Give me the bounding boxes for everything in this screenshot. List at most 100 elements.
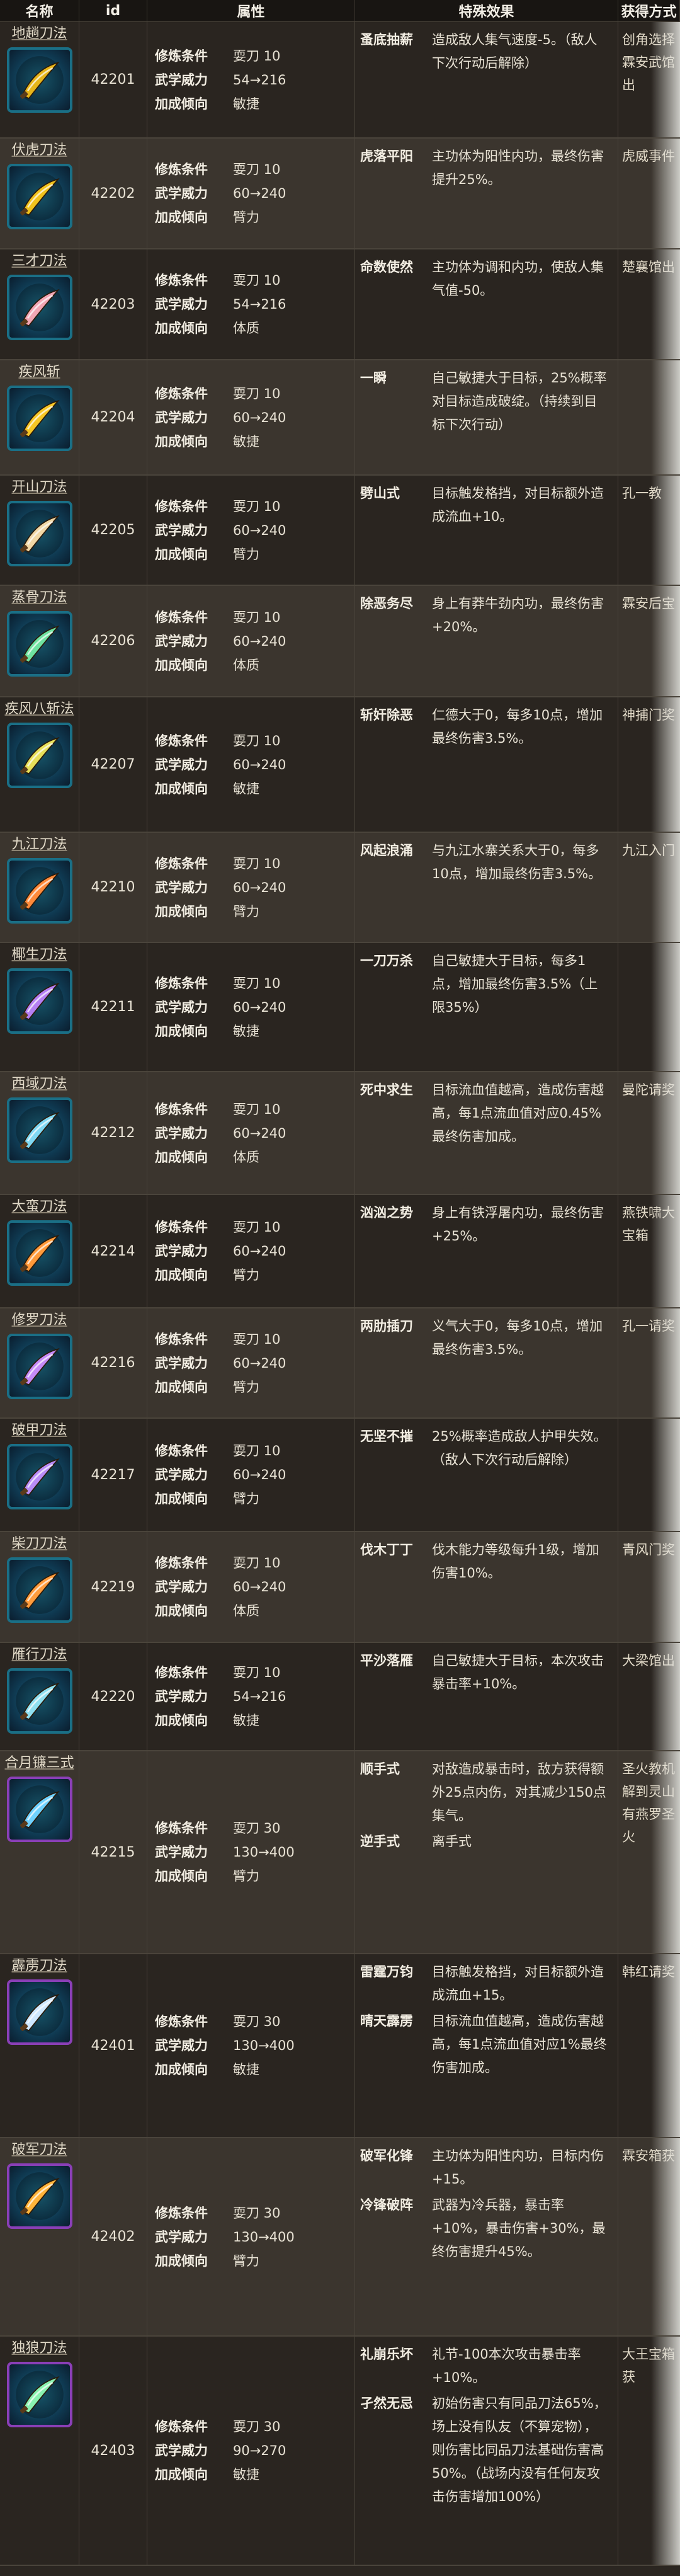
blade-icon bbox=[15, 1106, 64, 1154]
attribute-value: 130→400 bbox=[233, 1845, 295, 1860]
skill-id: 42212 bbox=[79, 1072, 147, 1194]
attribute-value: 耍刀 10 bbox=[233, 1555, 281, 1571]
source-cell: 圣火教机解到灵山有燕罗圣火 bbox=[618, 1751, 680, 1953]
attribute-power: 武学威力 54→216 bbox=[155, 68, 354, 92]
skill-name[interactable]: 破军刀法 bbox=[3, 2141, 77, 2160]
attribute-req: 修炼条件 耍刀 10 bbox=[155, 1551, 354, 1575]
blade-skill-icon bbox=[6, 1334, 72, 1399]
skill-name[interactable]: 合月镰三式 bbox=[3, 1754, 77, 1773]
attribute-label: 修炼条件 bbox=[155, 1555, 208, 1571]
skill-name[interactable]: 柴刀刀法 bbox=[3, 1535, 77, 1554]
attribute-value: 体质 bbox=[233, 1149, 259, 1165]
attribute-label: 修炼条件 bbox=[155, 2014, 208, 2029]
skill-name[interactable]: 疾风八斩法 bbox=[3, 700, 77, 719]
attribute-value: 臂力 bbox=[233, 546, 259, 562]
effect-entry: 孑然无忌 初始伤害只有同品刀法65%，场上没有队友（不算宠物），则伤害比同品刀法基… bbox=[360, 2392, 614, 2509]
effect-entry: 伐木丁丁 伐木能力等级每升1级，增加伤害10%。 bbox=[360, 1538, 614, 1585]
source-cell bbox=[618, 360, 680, 474]
attribute-value: 耍刀 10 bbox=[233, 733, 281, 748]
blade-skill-icon bbox=[6, 1220, 72, 1286]
effects-cell: 劈山式 目标触发格挡，对目标额外造成流血+10。 bbox=[355, 476, 618, 585]
attribute-bias: 加成倾向 臂力 bbox=[155, 1375, 354, 1399]
attribute-label: 加成倾向 bbox=[155, 1603, 208, 1618]
skill-name[interactable]: 大蛮刀法 bbox=[3, 1198, 77, 1216]
table-row: 椰生刀法 42211 修炼条件 耍刀 10 武学威力 60→240 加成倾向 敏捷 一刀万杀 自己… bbox=[0, 943, 680, 1072]
skill-name[interactable]: 霹雳刀法 bbox=[3, 1957, 77, 1976]
attribute-label: 加成倾向 bbox=[155, 433, 208, 449]
attributes-cell: 修炼条件 耍刀 30 武学威力 130→400 加成倾向 臂力 bbox=[147, 1751, 355, 1953]
attributes-cell: 修炼条件 耍刀 10 武学威力 60→240 加成倾向 体质 bbox=[147, 1532, 355, 1642]
attribute-bias: 加成倾向 敏捷 bbox=[155, 430, 354, 454]
attribute-value: 敏捷 bbox=[233, 96, 259, 112]
attribute-label: 武学威力 bbox=[155, 1845, 208, 1860]
attribute-bias: 加成倾向 体质 bbox=[155, 316, 354, 340]
attribute-value: 54→216 bbox=[233, 1689, 286, 1704]
table-row: 伏虎刀法 42202 修炼条件 耍刀 10 武学威力 60→240 加成倾向 臂力 虎落平阳 主功… bbox=[0, 139, 680, 249]
skill-id: 42217 bbox=[79, 1419, 147, 1531]
effect-description: 目标触发格挡，对目标额外造成流血+10。 bbox=[432, 486, 604, 524]
effect-description: 目标流血值越高，造成伤害越高，每1点流血值对应1%最终伤害加成。 bbox=[432, 2013, 607, 2075]
attribute-value: 体质 bbox=[233, 321, 259, 336]
skill-name[interactable]: 西域刀法 bbox=[3, 1075, 77, 1094]
attribute-req: 修炼条件 耍刀 30 bbox=[155, 2010, 354, 2034]
blade-skill-icon bbox=[6, 2163, 72, 2229]
attribute-bias: 加成倾向 敏捷 bbox=[155, 1019, 354, 1043]
blade-skill-icon bbox=[6, 723, 72, 788]
name-cell: 大蛮刀法 bbox=[0, 1195, 79, 1307]
attributes-cell: 修炼条件 耍刀 10 武学威力 60→240 加成倾向 臂力 bbox=[147, 833, 355, 942]
attributes-cell: 修炼条件 耍刀 10 武学威力 60→240 加成倾向 体质 bbox=[147, 586, 355, 696]
effect-description: 身上有莽牛劲内功，最终伤害+20%。 bbox=[432, 596, 604, 634]
table-row: 开山刀法 42205 修炼条件 耍刀 10 武学威力 60→240 加成倾向 臂力 劈山式 目标触… bbox=[0, 476, 680, 586]
table-row: 霹雳刀法 42401 修炼条件 耍刀 30 武学威力 130→400 加成倾向 敏捷 雷霆万钧目… bbox=[0, 1954, 680, 2138]
attribute-power: 武学威力 54→216 bbox=[155, 1685, 354, 1709]
name-cell: 雁行刀法 bbox=[0, 1643, 79, 1750]
effects-cell: 死中求生 目标流血值越高，造成伤害越高，每1点流血值对应0.45%最终伤害加成。 bbox=[355, 1072, 618, 1194]
attribute-power: 武学威力 60→240 bbox=[155, 876, 354, 900]
table-row: 蒸骨刀法 42206 修炼条件 耍刀 10 武学威力 60→240 加成倾向 体质 除恶务尽 身上… bbox=[0, 586, 680, 697]
attribute-req: 修炼条件 耍刀 30 bbox=[155, 2201, 354, 2225]
skill-id: 42207 bbox=[79, 697, 147, 832]
attribute-value: 耍刀 10 bbox=[233, 975, 281, 991]
attribute-power: 武学威力 54→216 bbox=[155, 292, 354, 316]
skill-name[interactable]: 疾风斩 bbox=[3, 363, 77, 382]
effect-entry: 除恶务尽 身上有莽牛劲内功，最终伤害+20%。 bbox=[360, 592, 614, 639]
attribute-bias: 加成倾向 敏捷 bbox=[155, 2058, 354, 2081]
attribute-power: 武学威力 60→240 bbox=[155, 995, 354, 1019]
skill-name[interactable]: 三才刀法 bbox=[3, 252, 77, 271]
attributes-cell: 修炼条件 耍刀 10 武学威力 60→240 加成倾向 臂力 bbox=[147, 1195, 355, 1307]
attribute-req: 修炼条件 耍刀 30 bbox=[155, 1816, 354, 1840]
effects-cell: 平沙落雁 自己敏捷大于目标，本次攻击暴击率+10%。 bbox=[355, 1643, 618, 1750]
skill-name[interactable]: 伏虎刀法 bbox=[3, 141, 77, 160]
name-cell: 霹雳刀法 bbox=[0, 1954, 79, 2137]
effect-description: 对敌造成暴击时，敌方获得额外25点内伤，对其减少150点集气。 bbox=[432, 1761, 606, 1823]
effect-entry: 命数使然 主功体为调和内功，使敌人集气值-50。 bbox=[360, 256, 614, 302]
skill-name[interactable]: 修罗刀法 bbox=[3, 1311, 77, 1330]
attribute-label: 修炼条件 bbox=[155, 733, 208, 748]
attribute-label: 修炼条件 bbox=[155, 1331, 208, 1347]
effects-cell: 顺手式 对敌造成暴击时，敌方获得额外25点内伤，对其减少150点集气。 逆手式 离手式 bbox=[355, 1751, 618, 1953]
skill-name[interactable]: 地趟刀法 bbox=[3, 25, 77, 43]
effect-entry: 两肋插刀 义气大于0，每多10点，增加最终伤害3.5%。 bbox=[360, 1315, 614, 1361]
skill-name[interactable]: 椰生刀法 bbox=[3, 946, 77, 965]
attribute-value: 90→270 bbox=[233, 2443, 286, 2458]
skill-name[interactable]: 蒸骨刀法 bbox=[3, 588, 77, 607]
attribute-label: 加成倾向 bbox=[155, 546, 208, 562]
name-cell: 疾风斩 bbox=[0, 360, 79, 474]
attribute-label: 武学威力 bbox=[155, 2229, 208, 2245]
attribute-value: 60→240 bbox=[233, 879, 286, 895]
effects-cell: 雷霆万钧 目标触发格挡，对目标额外造成流血+15。 晴天霹雳 目标流血值越高，造成伤害… bbox=[355, 1954, 618, 2137]
header-attr: 属性 bbox=[147, 0, 355, 21]
blade-skill-icon bbox=[6, 1557, 72, 1623]
attribute-req: 修炼条件 耍刀 10 bbox=[155, 729, 354, 753]
skill-name[interactable]: 九江刀法 bbox=[3, 835, 77, 854]
attribute-label: 修炼条件 bbox=[155, 1443, 208, 1458]
skill-name[interactable]: 独狼刀法 bbox=[3, 2339, 77, 2358]
attributes-cell: 修炼条件 耍刀 10 武学威力 60→240 加成倾向 敏捷 bbox=[147, 697, 355, 832]
skill-name[interactable]: 开山刀法 bbox=[3, 478, 77, 497]
attribute-label: 加成倾向 bbox=[155, 1023, 208, 1039]
attributes-cell: 修炼条件 耍刀 10 武学威力 60→240 加成倾向 体质 bbox=[147, 1072, 355, 1194]
skill-name[interactable]: 雁行刀法 bbox=[3, 1646, 77, 1664]
skill-name[interactable]: 破甲刀法 bbox=[3, 1421, 77, 1440]
attribute-bias: 加成倾向 敏捷 bbox=[155, 777, 354, 801]
attribute-req: 修炼条件 耍刀 10 bbox=[155, 1661, 354, 1685]
